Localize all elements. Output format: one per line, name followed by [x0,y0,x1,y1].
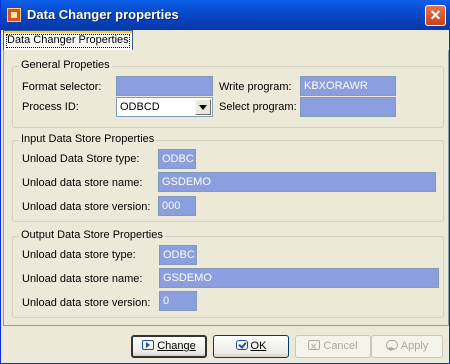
input-store-type-label: Unload Data Store type: [22,153,140,165]
ok-button[interactable]: OK [213,335,289,358]
format-selector-field[interactable] [116,76,213,96]
cancel-icon [308,337,321,358]
input-store-version-field[interactable]: 000 [158,196,196,216]
input-store-name-label: Unload data store name: [22,177,143,189]
group-title: Output Data Store Properties [19,229,165,241]
input-store-version-label: Unload data store version: [22,201,151,213]
format-selector-label: Format selector: [22,81,102,93]
close-button[interactable]: ✕ [425,5,446,26]
select-program-label: Select program: [219,101,297,113]
change-icon [142,340,155,350]
tab-data-changer-properties[interactable]: Data Changer Properties [3,30,133,50]
output-store-version-field[interactable]: 0 [159,291,197,311]
change-button[interactable]: Change [131,335,207,358]
change-button-label: Change [157,340,196,352]
process-id-dropdown[interactable]: ODBCD [116,97,213,117]
window-title: Data Changer properties [27,7,179,22]
cancel-button[interactable]: Cancel [295,335,371,358]
group-title: General Propeties [19,59,112,71]
output-store-version-label: Unload data store version: [22,297,151,309]
tab-label: Data Changer Properties [7,34,129,46]
ok-check-icon [235,340,248,350]
output-store-type-field[interactable]: ODBC [159,245,197,265]
group-title: Input Data Store Properties [19,133,157,145]
apply-icon [385,338,398,359]
output-store-type-label: Unload data store type: [22,249,136,261]
input-store-type-field[interactable]: ODBC [158,149,196,169]
apply-button-label: Apply [400,340,429,352]
apply-button[interactable]: Apply [371,335,443,359]
dialog-window: Data Changer properties ✕ Data Changer P… [0,0,450,364]
title-bar[interactable]: Data Changer properties ✕ [1,0,450,30]
write-program-label: Write program: [219,81,292,93]
process-id-label: Process ID: [22,101,79,113]
app-icon [7,8,21,22]
output-store-name-field[interactable]: GSDEMO [159,268,439,288]
chevron-down-icon[interactable] [195,99,211,115]
ok-button-label: OK [250,340,267,352]
input-store-name-field[interactable]: GSDEMO [158,172,436,192]
tab-panel: General Propeties Format selector: Write… [3,50,449,326]
tab-strip: Data Changer Properties [3,30,449,51]
output-store-name-label: Unload data store name: [22,273,143,285]
select-program-field[interactable] [300,97,396,117]
cancel-button-label: Cancel [323,340,358,352]
write-program-field[interactable]: KBXORAWR [300,76,396,96]
process-id-value: ODBCD [120,101,160,113]
